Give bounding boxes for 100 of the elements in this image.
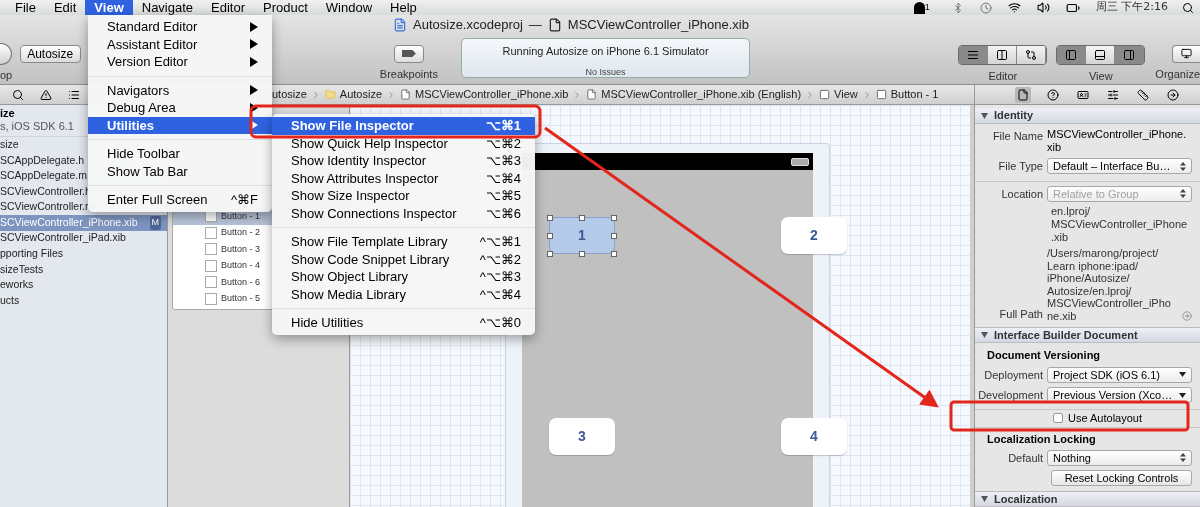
inspector-tab[interactable] bbox=[1165, 86, 1181, 103]
view-toggle-button[interactable] bbox=[1115, 45, 1145, 64]
view-icon bbox=[875, 89, 887, 100]
resize-handle[interactable] bbox=[547, 251, 553, 257]
warning-icon[interactable] bbox=[40, 88, 52, 101]
resize-handle[interactable] bbox=[611, 251, 617, 257]
toolbar-label: op bbox=[0, 67, 13, 83]
round-rect-button[interactable]: 2 bbox=[781, 217, 847, 254]
document-title: MSCViewController_iPhone.xib bbox=[567, 16, 749, 34]
menu-item[interactable]: Show Quick Help Inspector ⌥⌘2 bbox=[272, 134, 535, 152]
view-toggle-button[interactable] bbox=[1057, 45, 1087, 64]
section-header[interactable]: Localization bbox=[975, 491, 1200, 507]
menu-item[interactable]: Show Identity Inspector ⌥⌘3 bbox=[272, 152, 535, 170]
navigator-item[interactable]: SCViewController_iPhone.xib M bbox=[0, 214, 167, 231]
toolbar-label: Breakpoints bbox=[379, 66, 438, 82]
navigator-item[interactable]: sizeTests bbox=[0, 261, 167, 278]
folder-icon bbox=[324, 89, 336, 100]
menu-item[interactable]: Assistant Editor bbox=[88, 35, 272, 53]
section-header[interactable]: Identity bbox=[975, 108, 1200, 124]
badge-count: 1 bbox=[924, 0, 930, 14]
menu-title[interactable]: Window bbox=[316, 0, 382, 15]
resize-handle[interactable] bbox=[579, 251, 585, 257]
editor-mode-button[interactable] bbox=[959, 45, 989, 64]
menu-item[interactable]: Navigators bbox=[88, 81, 272, 99]
search-icon[interactable] bbox=[1182, 1, 1194, 14]
right-panel-icon bbox=[1123, 48, 1136, 61]
issues-status: No Issues bbox=[585, 66, 626, 79]
resize-handle[interactable] bbox=[579, 215, 585, 221]
resize-handle[interactable] bbox=[611, 215, 617, 221]
default-popup[interactable]: Nothing bbox=[1047, 449, 1192, 466]
clock-text[interactable]: 周三 下午2:16 bbox=[1095, 0, 1168, 16]
menu-item[interactable]: Show Media Library ^⌥⌘4 bbox=[272, 285, 535, 303]
round-rect-button[interactable]: 3 bbox=[549, 418, 615, 455]
breadcrumb[interactable]: MSCViewController_iPhone.xib (English) bbox=[601, 86, 802, 103]
menu-title[interactable]: Editor bbox=[202, 0, 255, 15]
menu-title[interactable]: Product bbox=[254, 0, 317, 15]
scheme-popup[interactable]: Autosize bbox=[20, 44, 82, 63]
editor-mode-button[interactable] bbox=[988, 45, 1018, 64]
stepper-arrows-icon bbox=[1180, 189, 1186, 199]
section-header[interactable]: Interface Builder Document bbox=[975, 327, 1200, 343]
inspector-tab[interactable] bbox=[1015, 86, 1031, 103]
disclosure-triangle-icon bbox=[981, 332, 988, 338]
breadcrumb[interactable]: Button - 1 bbox=[890, 86, 939, 103]
menu-item[interactable]: Standard Editor bbox=[88, 18, 272, 36]
breadcrumb[interactable]: Autosize bbox=[339, 86, 383, 103]
breadcrumb[interactable]: MSCViewController_iPhone.xib bbox=[415, 86, 569, 103]
wifi-icon[interactable] bbox=[1007, 1, 1021, 14]
menu-title[interactable]: Navigate bbox=[132, 0, 203, 15]
list-icon[interactable] bbox=[68, 88, 80, 101]
editor-mode-button[interactable] bbox=[1017, 45, 1047, 64]
menu-title[interactable]: File bbox=[6, 0, 45, 15]
menu-item[interactable]: Show File Inspector ⌥⌘1 bbox=[272, 117, 535, 135]
navigator-item[interactable]: eworks bbox=[0, 277, 167, 293]
resize-handle[interactable] bbox=[547, 233, 553, 239]
inspector-tab[interactable] bbox=[1135, 86, 1151, 103]
breadcrumb[interactable]: utosize bbox=[272, 86, 307, 103]
organizer-button[interactable] bbox=[1172, 44, 1200, 63]
menu-item[interactable]: Utilities bbox=[88, 116, 272, 134]
toolbar-label: Organize bbox=[1155, 66, 1200, 82]
field-label: Development bbox=[977, 388, 1044, 403]
search-icon[interactable] bbox=[12, 88, 24, 101]
round-rect-button[interactable]: 1 bbox=[549, 217, 615, 254]
assistant-editor-icon bbox=[996, 48, 1009, 61]
menu-item[interactable]: Show Object Library ^⌥⌘3 bbox=[272, 268, 535, 286]
view-toggle-button[interactable] bbox=[1086, 45, 1116, 64]
resize-handle[interactable] bbox=[547, 215, 553, 221]
volume-icon[interactable] bbox=[1036, 1, 1050, 14]
menu-item[interactable]: Show Attributes Inspector ⌥⌘4 bbox=[272, 169, 535, 187]
view-icon bbox=[205, 243, 217, 256]
battery-icon bbox=[791, 157, 809, 166]
menu-title[interactable]: View bbox=[85, 0, 133, 15]
file-type-popup[interactable]: Default – Interface Bu… bbox=[1047, 158, 1192, 175]
deployment-popup[interactable]: Project SDK (iOS 6.1) bbox=[1047, 366, 1192, 383]
project-file-icon bbox=[393, 17, 407, 32]
breadcrumb[interactable]: View bbox=[834, 86, 858, 103]
menu-title[interactable]: Help bbox=[381, 0, 426, 15]
navigator-item[interactable]: SCViewController_iPad.xib bbox=[0, 230, 167, 247]
breakpoints-button[interactable] bbox=[393, 44, 424, 63]
menu-title[interactable]: Edit bbox=[44, 0, 86, 15]
menu-item[interactable]: Hide Toolbar bbox=[88, 145, 272, 163]
subsection-title: Document Versioning bbox=[986, 348, 1102, 363]
view-icon bbox=[205, 226, 217, 239]
round-rect-button[interactable]: 4 bbox=[781, 418, 847, 455]
navigator-item[interactable]: pporting Files bbox=[0, 246, 167, 262]
menu-item[interactable]: Hide Utilities ^⌥⌘0 bbox=[272, 314, 535, 332]
resize-handle[interactable] bbox=[611, 233, 617, 239]
field-label: Full Path bbox=[998, 306, 1044, 322]
inspector-tab[interactable] bbox=[1045, 86, 1061, 103]
stop-button[interactable] bbox=[0, 42, 12, 65]
menu-item[interactable]: Show Code Snippet Library ^⌥⌘2 bbox=[272, 250, 535, 268]
menu-item[interactable]: Version Editor bbox=[88, 53, 272, 71]
autolayout-checkbox[interactable] bbox=[1053, 413, 1063, 424]
reset-button[interactable]: Reset Locking Controls bbox=[1051, 470, 1192, 486]
clock-icon[interactable] bbox=[979, 1, 992, 14]
menu-item[interactable]: Show Tab Bar bbox=[88, 162, 272, 180]
menu-item[interactable]: Show File Template Library ^⌥⌘1 bbox=[272, 233, 535, 251]
view-icon bbox=[819, 89, 831, 100]
navigator-item[interactable]: ucts bbox=[0, 292, 167, 309]
standard-editor-icon bbox=[967, 48, 980, 61]
menu-item[interactable]: Show Size Inspector ⌥⌘5 bbox=[272, 187, 535, 205]
